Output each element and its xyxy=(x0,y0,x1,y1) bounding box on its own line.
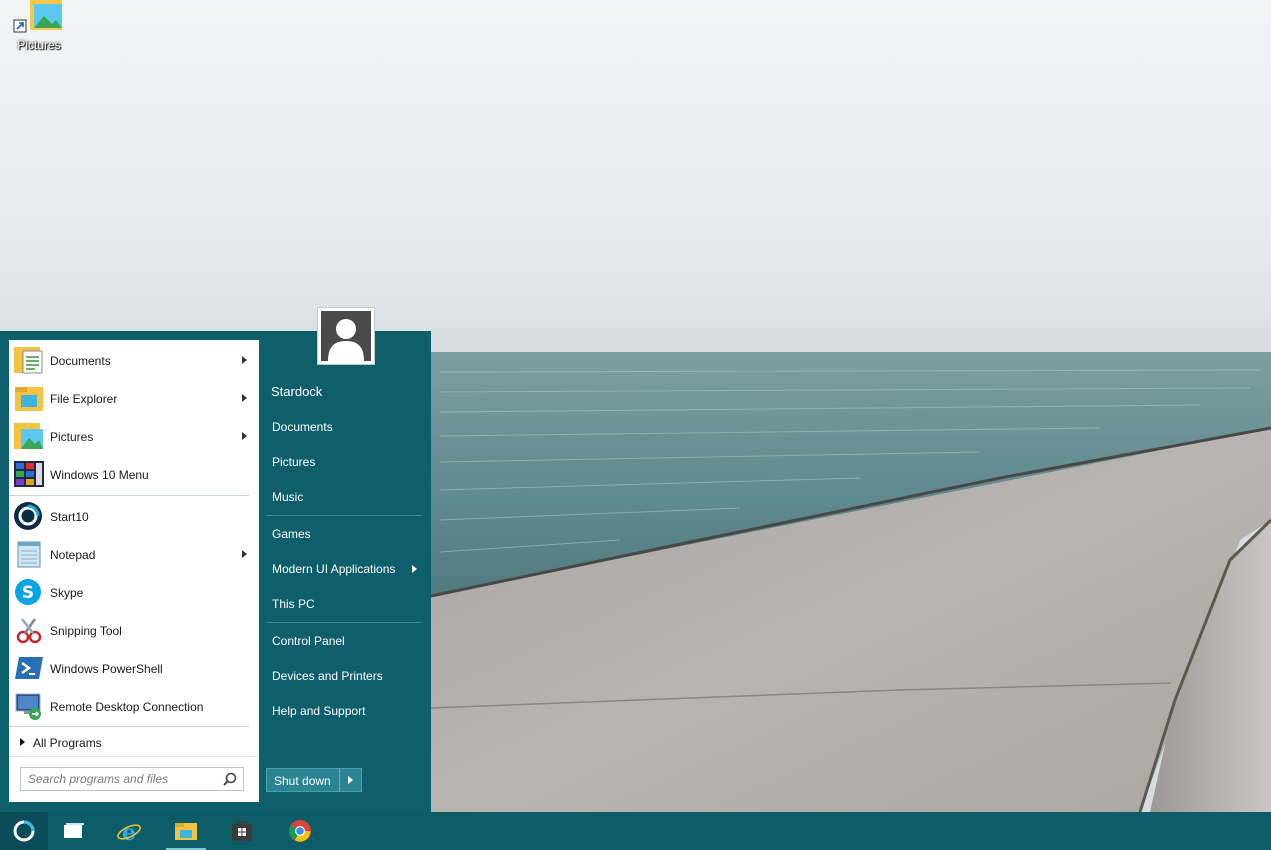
program-item-skype[interactable]: S Skype xyxy=(9,574,259,610)
svg-text:S: S xyxy=(22,583,34,603)
documents-folder-icon xyxy=(14,347,43,374)
start10-icon xyxy=(14,502,42,530)
separator xyxy=(9,756,259,757)
program-label: Notepad xyxy=(50,548,96,562)
file-explorer-icon xyxy=(15,387,43,411)
internet-explorer-button[interactable]: e xyxy=(104,812,152,850)
link-devices-and-printers[interactable]: Devices and Printers xyxy=(272,669,383,683)
program-item-snipping-tool[interactable]: Snipping Tool xyxy=(9,612,259,648)
separator xyxy=(9,726,249,727)
search-box[interactable] xyxy=(20,767,244,791)
submenu-arrow-icon[interactable] xyxy=(242,394,247,402)
link-help-and-support[interactable]: Help and Support xyxy=(272,704,365,718)
svg-text:e: e xyxy=(122,820,136,845)
link-documents[interactable]: Documents xyxy=(272,420,333,434)
pictures-folder-icon xyxy=(14,423,43,449)
chrome-button[interactable] xyxy=(276,812,324,850)
program-item-file-explorer[interactable]: File Explorer xyxy=(9,380,259,416)
shutdown-label: Shut down xyxy=(274,774,331,788)
store-icon xyxy=(232,821,252,841)
task-view-icon xyxy=(64,823,84,838)
program-label: Pictures xyxy=(50,430,94,444)
program-item-start10[interactable]: Start10 xyxy=(9,498,259,534)
program-label: Skype xyxy=(50,586,84,600)
link-music[interactable]: Music xyxy=(272,490,303,504)
start-button[interactable] xyxy=(0,812,48,850)
chrome-icon xyxy=(289,820,311,842)
all-programs-label: All Programs xyxy=(33,736,102,750)
program-label: Windows 10 Menu xyxy=(50,468,149,482)
remote-desktop-icon xyxy=(15,693,41,720)
submenu-arrow-icon[interactable] xyxy=(412,565,417,573)
powershell-icon xyxy=(15,657,43,679)
snipping-tool-icon xyxy=(16,618,42,644)
file-explorer-icon xyxy=(175,823,197,840)
link-games[interactable]: Games xyxy=(272,527,311,541)
separator xyxy=(266,622,422,623)
separator xyxy=(9,495,249,496)
file-explorer-button[interactable] xyxy=(162,812,210,850)
taskbar: e xyxy=(0,812,1271,850)
search-icon[interactable] xyxy=(223,772,237,786)
program-item-notepad[interactable]: Notepad xyxy=(9,536,259,572)
link-modern-ui-applications[interactable]: Modern UI Applications xyxy=(272,562,417,576)
start-menu: Documents File Explorer Pictures Windows… xyxy=(0,307,431,812)
submenu-arrow-icon[interactable] xyxy=(242,432,247,440)
expand-arrow-icon xyxy=(20,738,25,746)
task-view-button[interactable] xyxy=(50,812,98,850)
store-button[interactable] xyxy=(218,812,266,850)
program-label: Windows PowerShell xyxy=(50,662,163,676)
shutdown-options-arrow-icon[interactable] xyxy=(348,776,353,784)
skype-icon: S xyxy=(15,579,41,605)
notepad-icon xyxy=(17,541,41,568)
program-label: Snipping Tool xyxy=(50,624,122,638)
user-avatar[interactable] xyxy=(317,307,375,365)
program-label: Start10 xyxy=(50,510,89,524)
shutdown-divider xyxy=(339,769,340,791)
program-item-remote-desktop[interactable]: Remote Desktop Connection xyxy=(9,688,259,724)
program-label: Documents xyxy=(50,354,111,368)
programs-pane: Documents File Explorer Pictures Windows… xyxy=(9,340,259,802)
program-item-pictures[interactable]: Pictures xyxy=(9,418,259,454)
desktop-icon-pictures[interactable]: Pictures xyxy=(8,0,70,56)
program-label: File Explorer xyxy=(50,392,118,406)
shutdown-button[interactable]: Shut down xyxy=(266,768,362,792)
link-this-pc[interactable]: This PC xyxy=(272,597,315,611)
program-label: Remote Desktop Connection xyxy=(50,700,204,714)
pictures-shortcut-icon xyxy=(13,0,62,33)
search-input[interactable] xyxy=(21,768,217,790)
all-programs-button[interactable]: All Programs xyxy=(9,732,259,754)
program-item-windows10-menu[interactable]: Windows 10 Menu xyxy=(9,456,259,492)
link-control-panel[interactable]: Control Panel xyxy=(272,634,345,648)
desktop-icon-label: Pictures xyxy=(17,38,61,52)
user-name-link[interactable]: Stardock xyxy=(271,384,322,399)
link-label: Modern UI Applications xyxy=(272,562,396,576)
program-item-powershell[interactable]: Windows PowerShell xyxy=(9,650,259,686)
program-item-documents[interactable]: Documents xyxy=(9,342,259,378)
internet-explorer-icon: e xyxy=(117,820,141,845)
link-pictures[interactable]: Pictures xyxy=(272,455,315,469)
submenu-arrow-icon[interactable] xyxy=(242,550,247,558)
submenu-arrow-icon[interactable] xyxy=(242,356,247,364)
start10-orb-icon xyxy=(13,820,35,842)
separator xyxy=(266,515,422,516)
user-avatar-icon xyxy=(328,319,364,361)
windows10-menu-icon xyxy=(14,461,44,487)
